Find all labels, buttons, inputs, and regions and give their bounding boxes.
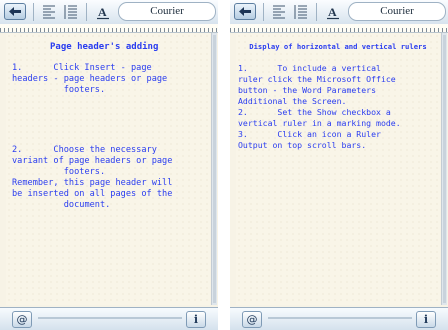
info-button[interactable]: i [186,311,206,328]
font-selector[interactable]: Courier [118,2,216,21]
bottom-divider [38,317,182,319]
toolbar-separator [316,3,317,21]
info-icon: i [193,313,199,326]
toolbar-separator [33,3,34,21]
page-title: Page header's adding [50,42,159,52]
at-icon: @ [246,313,258,326]
paragraph-1: 1. To include a vertical ruler click the… [238,63,401,150]
right-screen: A Courier Display of horizontal and vert… [230,0,448,330]
at-icon: @ [16,313,28,326]
align-justify-icon[interactable] [294,4,308,20]
toolbar: A Courier [0,0,218,25]
back-arrow-icon [239,7,251,16]
at-button[interactable]: @ [242,311,262,328]
info-icon: i [423,313,429,326]
back-button[interactable] [234,3,256,20]
left-screen: A Courier Page header's adding 1. Click … [0,0,218,330]
vertical-scrollbar[interactable] [211,33,217,305]
align-justify-icon[interactable] [64,4,78,20]
document-page[interactable]: Display of horizontal and vertical ruler… [236,33,440,305]
horizontal-ruler [230,24,448,33]
paragraph-1: 1. Click Insert - page headers - page he… [12,63,168,95]
font-selector[interactable]: Courier [348,2,446,21]
align-left-icon[interactable] [42,4,56,20]
svg-text:A: A [98,5,107,19]
bottom-bar: @ i [0,307,218,330]
toolbar-separator [263,3,264,21]
toolbar: A Courier [230,0,448,25]
toolbar-separator [86,3,87,21]
document-page[interactable]: Page header's adding 1. Click Insert - p… [6,33,210,305]
align-left-icon[interactable] [272,4,286,20]
vertical-scrollbar[interactable] [441,33,447,305]
horizontal-ruler [0,24,218,33]
bottom-bar: @ i [230,307,448,330]
svg-text:A: A [328,5,337,19]
info-button[interactable]: i [416,311,436,328]
font-icon[interactable]: A [96,4,110,20]
page-title: Display of horizontal and vertical ruler… [249,42,427,51]
at-button[interactable]: @ [12,311,32,328]
back-arrow-icon [9,7,21,16]
font-icon[interactable]: A [326,4,340,20]
back-button[interactable] [4,3,26,20]
paragraph-2: 2. Choose the necessary variant of page … [12,145,173,210]
screen-gap [218,0,230,330]
bottom-divider [268,317,412,319]
